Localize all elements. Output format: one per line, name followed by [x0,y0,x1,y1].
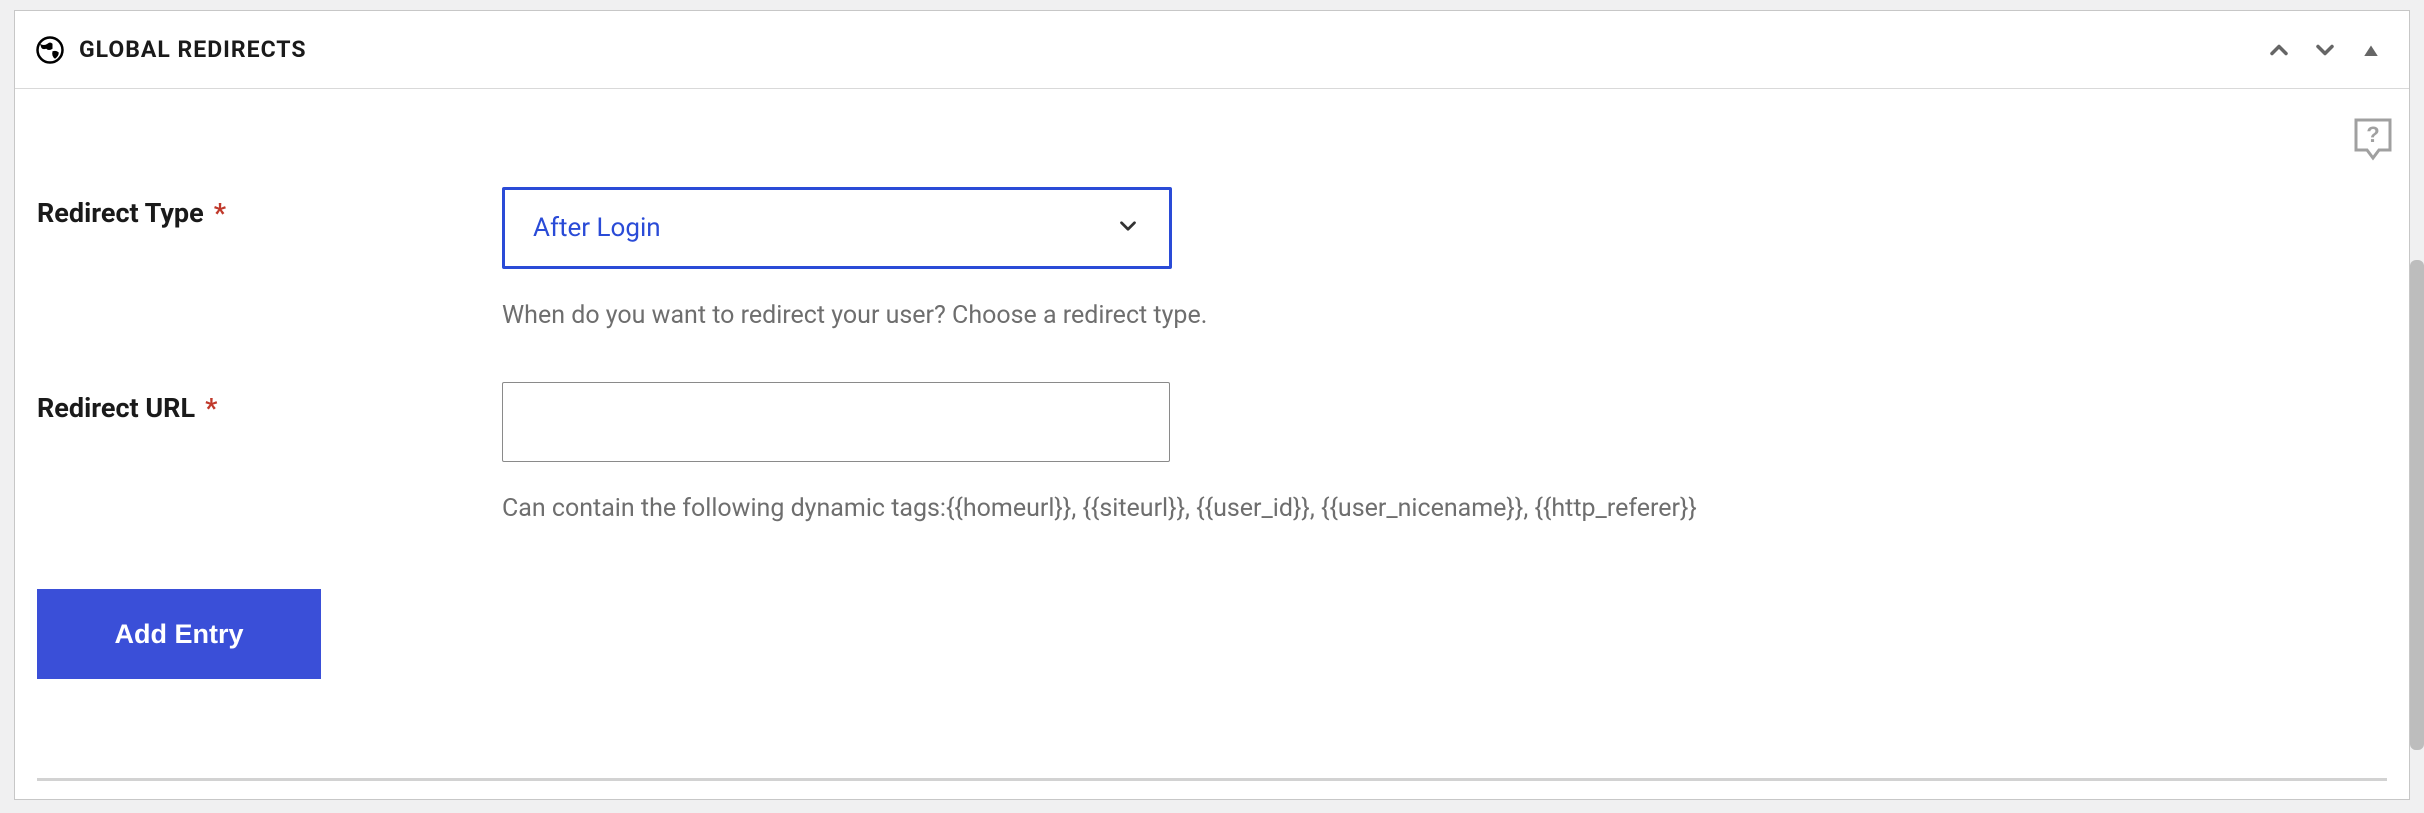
collapse-toggle[interactable] [2353,32,2389,68]
required-asterisk: * [214,197,226,229]
add-entry-button[interactable]: Add Entry [37,589,321,679]
svg-text:?: ? [2366,122,2379,147]
panel-body: ? Redirect Type * After Login [15,89,2409,799]
global-redirects-panel: GLOBAL REDIRECTS ? [14,10,2410,800]
page-container: GLOBAL REDIRECTS ? [0,0,2424,813]
scrollbar-thumb[interactable] [2410,260,2424,750]
redirect-type-label: Redirect Type * [37,187,502,229]
redirect-url-label: Redirect URL * [37,382,502,424]
redirect-type-value: After Login [533,213,661,243]
redirect-type-row: Redirect Type * After Login When do you w… [37,187,2387,330]
help-icon[interactable]: ? [2353,117,2393,161]
panel-header-right [2261,32,2389,68]
redirect-url-control: Can contain the following dynamic tags:{… [502,382,2387,523]
form-rows: Redirect Type * After Login When do you w… [37,89,2387,679]
panel-header: GLOBAL REDIRECTS [15,11,2409,89]
panel-header-left: GLOBAL REDIRECTS [35,35,307,65]
label-text: Redirect Type [37,197,204,229]
redirect-url-input[interactable] [502,382,1170,462]
globe-icon [35,35,65,65]
required-asterisk: * [205,392,217,424]
chevron-down-icon [1115,213,1141,243]
move-up-button[interactable] [2261,32,2297,68]
move-down-button[interactable] [2307,32,2343,68]
redirect-type-select[interactable]: After Login [502,187,1172,269]
divider [37,778,2387,781]
redirect-url-help: Can contain the following dynamic tags:{… [502,494,2387,523]
label-text: Redirect URL [37,392,195,424]
redirect-type-help: When do you want to redirect your user? … [502,301,2387,330]
redirect-type-control: After Login When do you want to redirect… [502,187,2387,330]
redirect-url-row: Redirect URL * Can contain the following … [37,382,2387,523]
panel-title: GLOBAL REDIRECTS [79,36,307,63]
